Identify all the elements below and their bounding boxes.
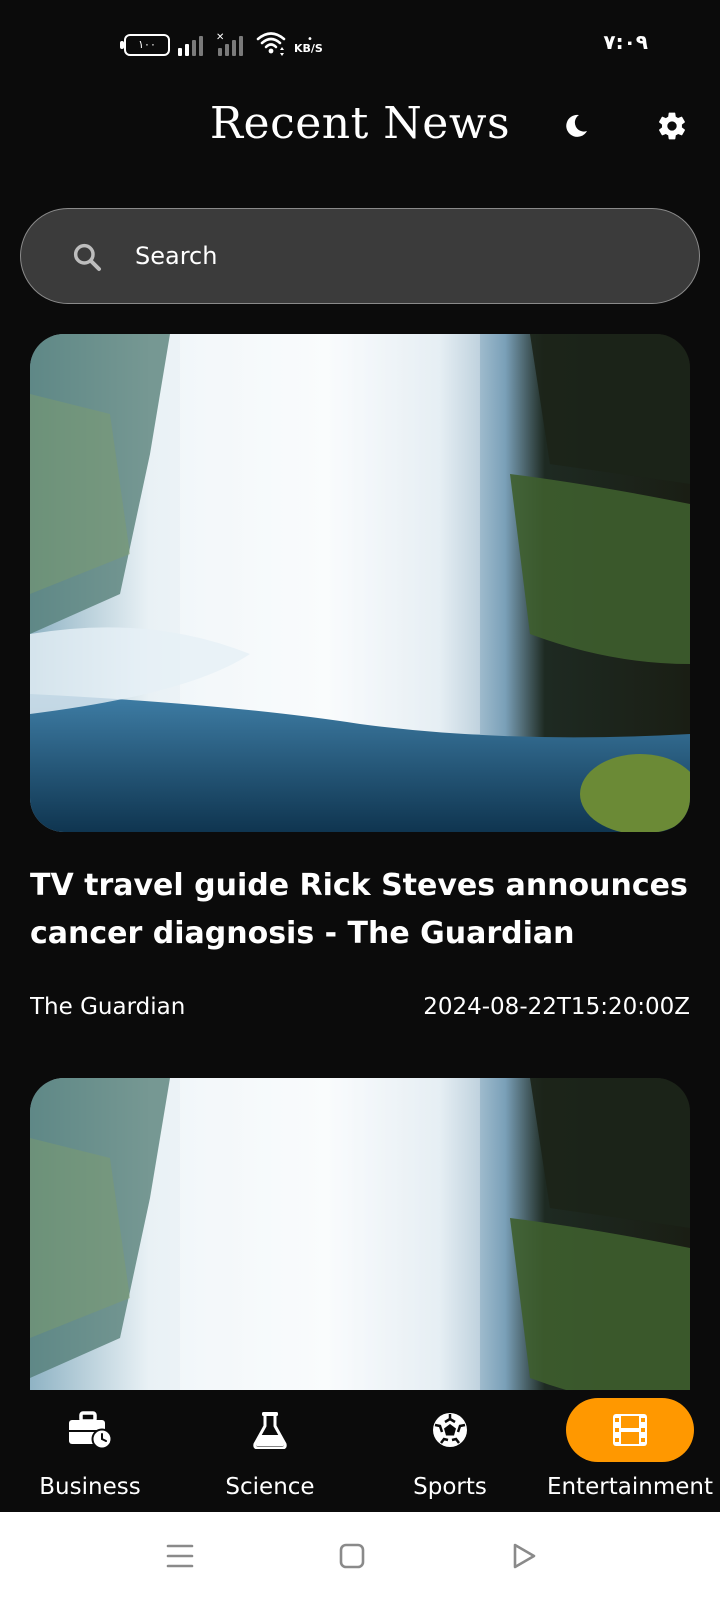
waterfall-image[interactable]	[30, 334, 690, 832]
nav-item-business[interactable]: Business	[0, 1398, 180, 1508]
nav-item-sports[interactable]: Sports	[360, 1398, 540, 1508]
article-meta: The Guardian 2024-08-22T15:20:00Z	[30, 994, 690, 1020]
nav-label: Science	[225, 1474, 315, 1500]
page-title: Recent News	[209, 98, 511, 149]
menu-icon	[166, 1544, 194, 1568]
recent-apps-button[interactable]	[160, 1536, 200, 1576]
back-icon	[513, 1543, 536, 1569]
back-button[interactable]	[504, 1536, 544, 1576]
news-card[interactable]: TV travel guide Rick Steves announces ca…	[30, 334, 690, 1020]
nav-label: Entertainment	[547, 1474, 713, 1500]
network-speed-unit: KB/S	[294, 42, 323, 55]
clock: ٧:٠٩	[603, 30, 648, 54]
news-card[interactable]	[30, 1078, 690, 1390]
moon-icon	[566, 114, 587, 137]
nav-label: Business	[39, 1474, 141, 1500]
nav-item-science[interactable]: Science	[180, 1398, 360, 1508]
search-input[interactable]	[135, 235, 675, 277]
nav-item-entertainment[interactable]: Entertainment	[540, 1398, 720, 1508]
nav-icon-container	[206, 1398, 334, 1462]
signal-icon	[178, 34, 203, 56]
nav-label: Sports	[413, 1474, 487, 1500]
news-feed[interactable]: TV travel guide Rick Steves announces ca…	[30, 334, 690, 1390]
wifi-icon	[256, 32, 286, 56]
flask-icon	[253, 1412, 287, 1449]
status-bar: ١٠٠ ✕ • KB/S ٧:٠٩	[0, 0, 720, 80]
settings-button[interactable]	[650, 104, 694, 148]
nav-icon-container	[386, 1398, 514, 1462]
soccer-ball-icon	[433, 1413, 467, 1447]
briefcase-clock-icon	[69, 1411, 113, 1449]
film-icon	[613, 1414, 647, 1446]
gear-icon	[659, 112, 685, 140]
nav-icon-container	[26, 1398, 154, 1462]
signal-icon-2	[218, 34, 243, 56]
article-headline[interactable]: TV travel guide Rick Steves announces ca…	[30, 862, 690, 958]
battery-icon: ١٠٠	[120, 34, 170, 56]
system-navigation-bar	[0, 1512, 720, 1600]
nav-icon-container-active	[566, 1398, 694, 1462]
home-button[interactable]	[332, 1536, 372, 1576]
search-bar[interactable]	[20, 208, 700, 304]
search-icon	[73, 243, 101, 271]
waterfall-image[interactable]	[30, 1078, 690, 1390]
home-icon	[339, 1543, 365, 1569]
dark-mode-button[interactable]	[554, 104, 598, 148]
article-source: The Guardian	[30, 994, 186, 1020]
article-date: 2024-08-22T15:20:00Z	[423, 994, 690, 1020]
bottom-navigation: Business Science Sports Entertainment	[0, 1390, 720, 1512]
